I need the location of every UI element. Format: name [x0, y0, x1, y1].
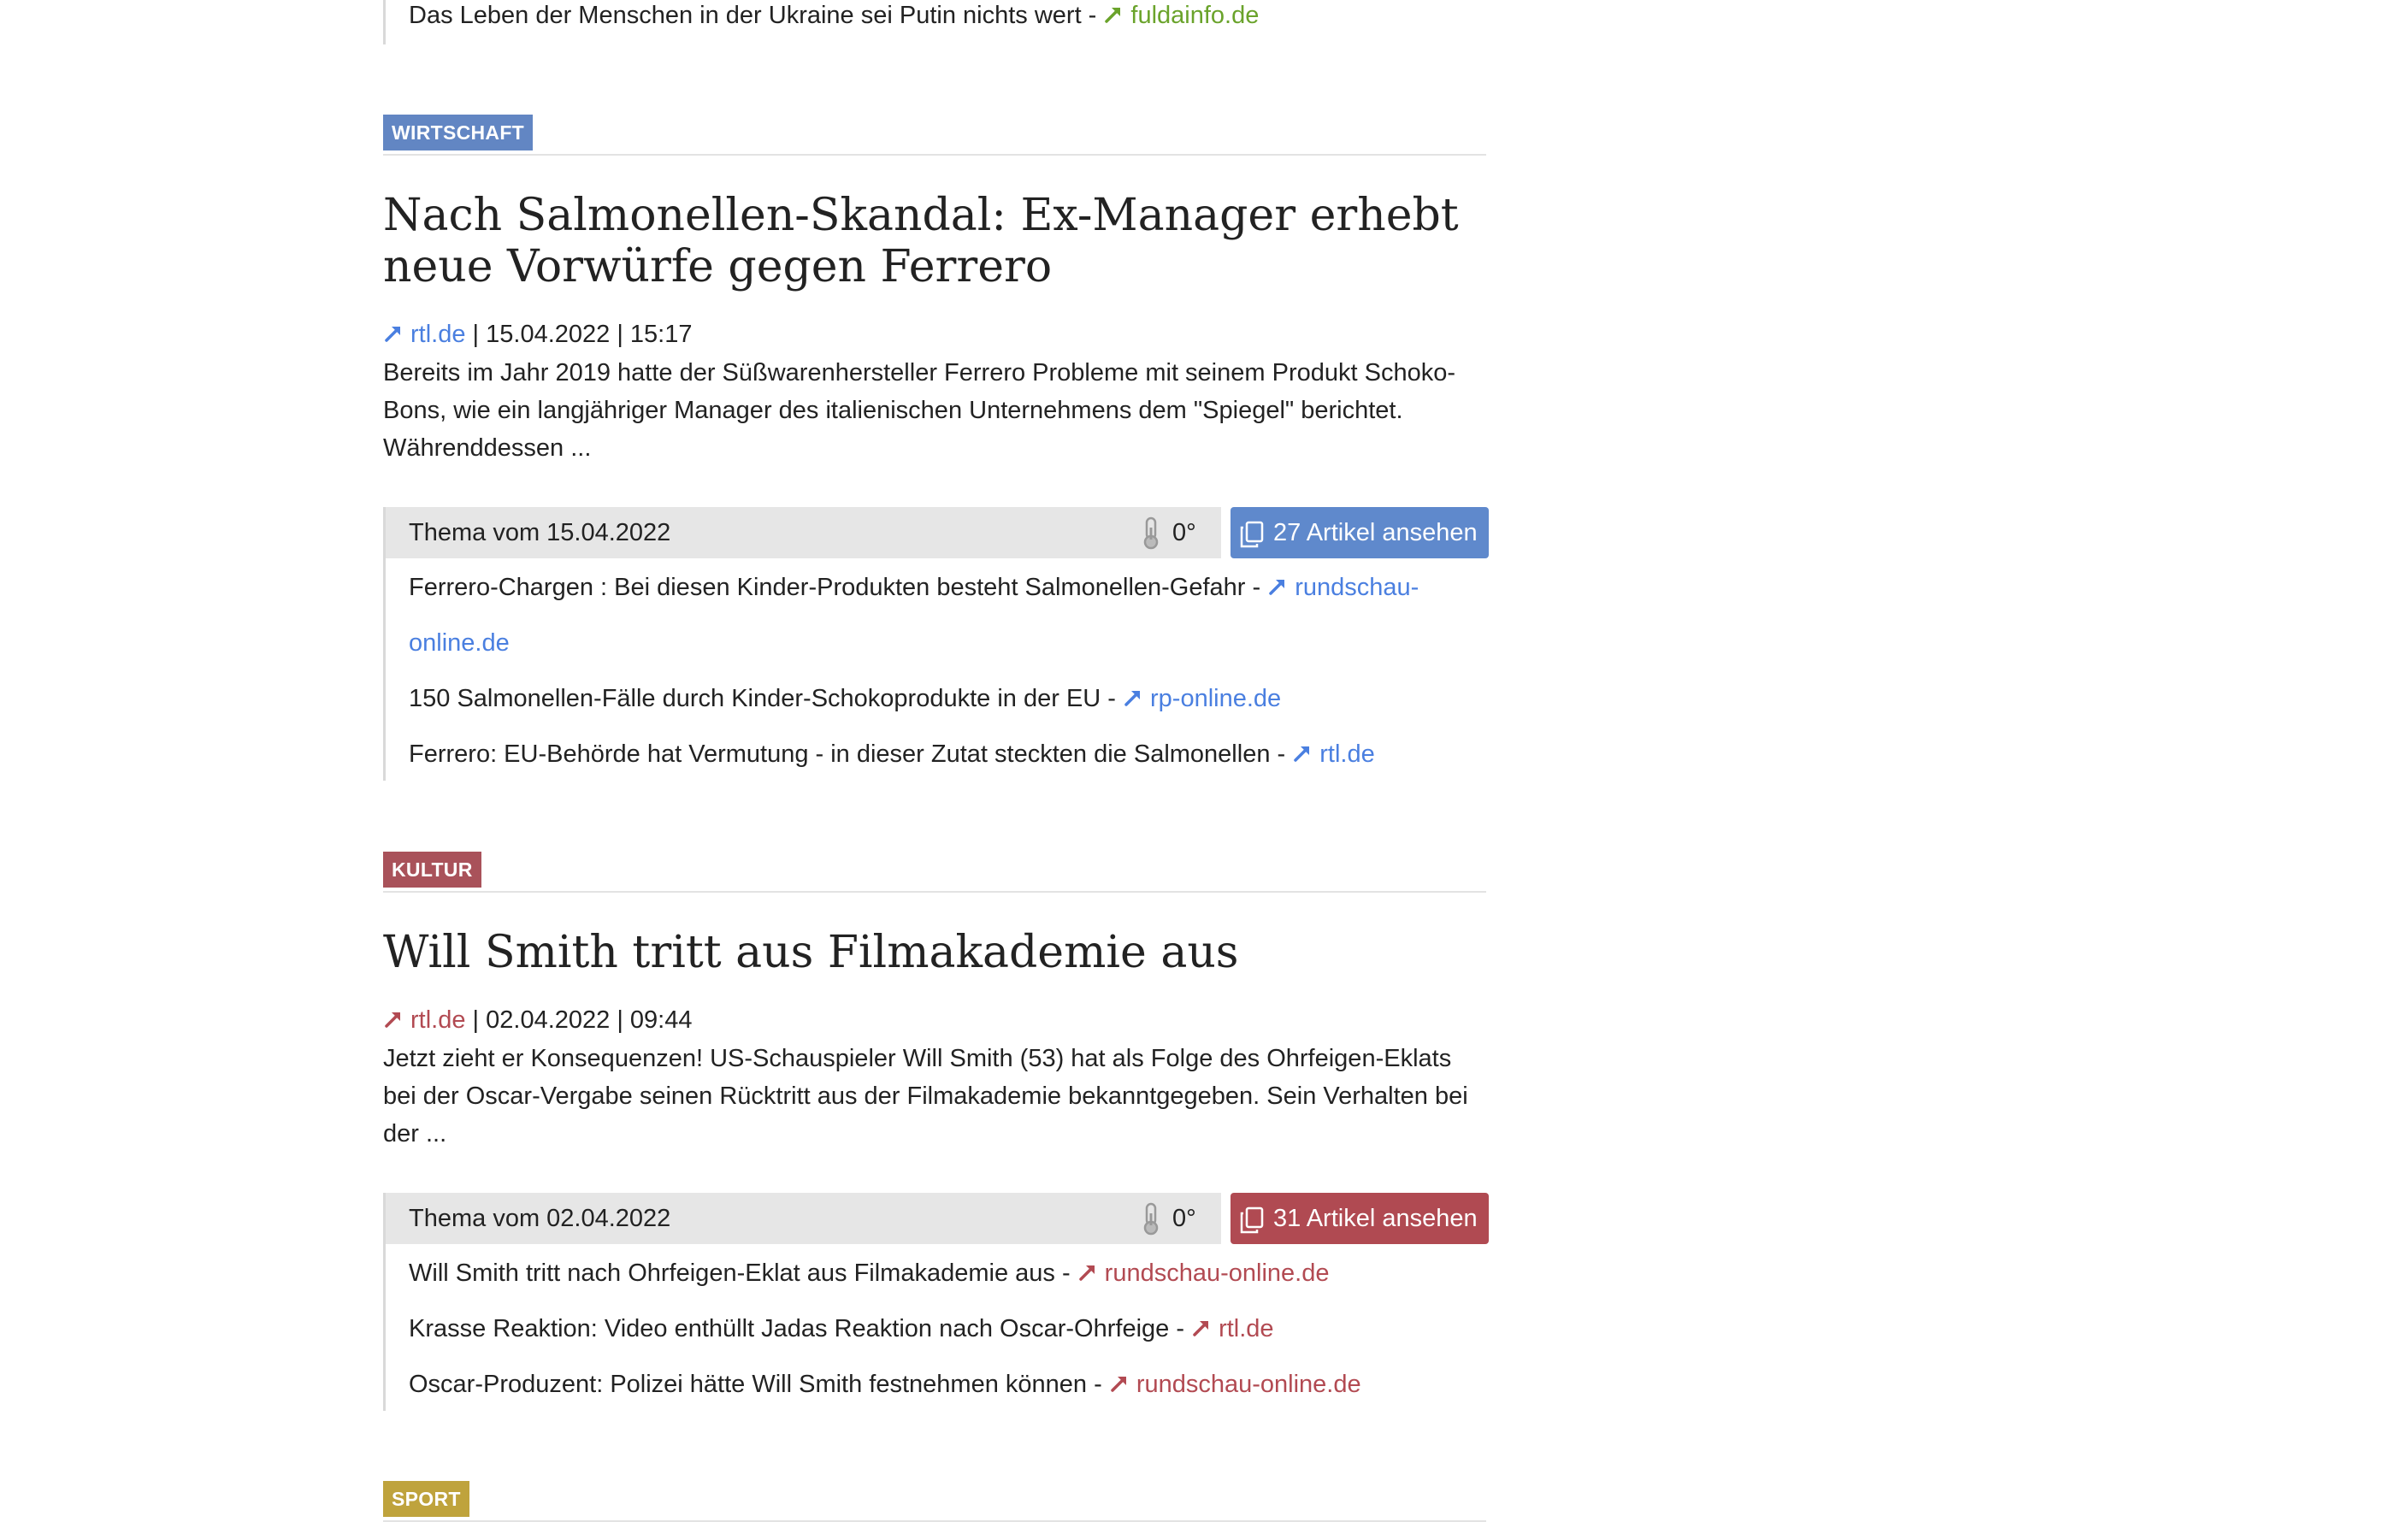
external-arrow-icon [1105, 8, 1121, 23]
source-link[interactable]: rundschau-online.de [1077, 1259, 1329, 1287]
source-link[interactable]: rtl.de [1191, 1315, 1274, 1342]
category-badge[interactable]: WIRTSCHAFT [383, 115, 534, 150]
article-meta: rtl.de | 02.04.2022 | 09:44 [383, 1003, 693, 1037]
source-link[interactable]: fuldainfo.de [1103, 2, 1259, 29]
topic-list-item: Das Leben der Menschen in der Ukraine se… [383, 0, 1259, 44]
category-badge[interactable]: KULTUR [383, 852, 481, 888]
external-arrow-icon [1078, 1265, 1095, 1281]
view-articles-button[interactable]: 27 Artikel ansehen [1231, 507, 1489, 558]
source-link[interactable]: rtl.de [383, 1006, 465, 1034]
topic-box: Thema vom 15.04.2022 0° 27 Artikel anseh… [383, 507, 1489, 781]
thermometer-icon [1143, 1202, 1159, 1236]
thermometer-icon [1143, 516, 1159, 550]
topic-box: Thema vom 02.04.2022 0° 31 Artikel anseh… [383, 1193, 1489, 1411]
topic-list-item: Krasse Reaktion: Video enthüllt Jadas Re… [409, 1315, 1274, 1342]
category-badge[interactable]: SPORT [383, 1481, 469, 1517]
source-link[interactable]: rtl.de [1292, 740, 1375, 768]
external-arrow-icon [1294, 746, 1310, 762]
external-arrow-icon [1124, 691, 1140, 706]
external-arrow-icon [1269, 580, 1285, 595]
category-bar: KULTUR [383, 852, 1486, 893]
topic-list-item: Will Smith tritt nach Ohrfeigen-Eklat au… [409, 1259, 1330, 1287]
topic-header: Thema vom 02.04.2022 0° [386, 1193, 1221, 1244]
source-link[interactable]: rp-online.de [1123, 685, 1281, 712]
topic-header: Thema vom 15.04.2022 0° [386, 507, 1221, 558]
topic-temperature: 0° [1172, 519, 1196, 546]
topic-list-item: Oscar-Produzent: Polizei hätte Will Smit… [409, 1371, 1361, 1398]
source-link[interactable]: rundschau-online.de [1109, 1371, 1361, 1398]
article-date: | 02.04.2022 | 09:44 [465, 1006, 693, 1034]
external-arrow-icon [385, 1012, 400, 1028]
article-meta: rtl.de | 15.04.2022 | 15:17 [383, 317, 693, 351]
external-arrow-icon [1193, 1321, 1209, 1336]
article-date: | 15.04.2022 | 15:17 [465, 321, 693, 348]
source-link[interactable]: rtl.de [383, 321, 465, 348]
topic-date: Thema vom 15.04.2022 [409, 519, 671, 546]
category-bar: SPORT [383, 1481, 1486, 1522]
view-articles-button[interactable]: 31 Artikel ansehen [1231, 1193, 1489, 1244]
article-teaser: Jetzt zieht er Konsequenzen! US-Schauspi… [383, 1045, 1468, 1147]
topic-date: Thema vom 02.04.2022 [409, 1205, 671, 1232]
external-arrow-icon [385, 327, 400, 342]
news-page: Das Leben der Menschen in der Ukraine se… [0, 0, 2408, 1522]
category-bar: WIRTSCHAFT [383, 115, 1486, 156]
article-headline[interactable]: Nach Salmonellen-Skandal: Ex-Manager erh… [383, 190, 1486, 292]
copy-icon [1240, 521, 1264, 548]
article-headline[interactable]: Will Smith tritt aus Filmakademie aus [383, 927, 1486, 978]
topic-temperature: 0° [1172, 1205, 1196, 1232]
external-arrow-icon [1111, 1377, 1126, 1392]
topic-list-item: 150 Salmonellen-Fälle durch Kinder-Schok… [409, 685, 1282, 712]
copy-icon [1240, 1206, 1264, 1234]
topic-list-item: Ferrero: EU-Behörde hat Vermutung - in d… [409, 740, 1375, 768]
article-teaser: Bereits im Jahr 2019 hatte der Süßwarenh… [383, 359, 1455, 462]
topic-item-text: Das Leben der Menschen in der Ukraine se… [409, 2, 1260, 29]
topic-list-item: Ferrero-Chargen : Bei diesen Kinder-Prod… [409, 574, 1419, 657]
